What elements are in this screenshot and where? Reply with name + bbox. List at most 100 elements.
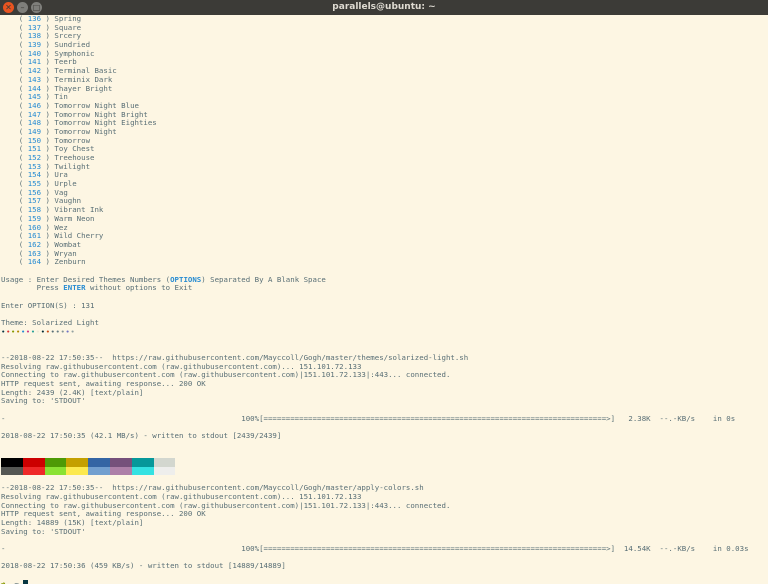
theme-number: 157 <box>27 196 42 206</box>
color-swatch <box>66 458 89 467</box>
theme-number: 160 <box>27 222 42 232</box>
theme-name: Symphonic <box>54 48 95 58</box>
theme-name: Tomorrow Night Blue <box>54 100 139 110</box>
color-swatch <box>1 458 23 467</box>
color-swatch <box>88 466 110 476</box>
theme-number: 150 <box>27 135 42 145</box>
theme-name: Terminix Dark <box>54 74 113 84</box>
theme-number: 147 <box>27 109 42 119</box>
theme-list-item: ( 140 ) Symphonic <box>1 48 95 58</box>
theme-name: Square <box>54 22 82 32</box>
shell-prompt[interactable]: ➜ ~ <box>1 578 767 584</box>
theme-list-item: ( 162 ) Wombat <box>1 239 82 249</box>
color-swatch <box>22 458 45 467</box>
color-swatch <box>66 466 89 476</box>
theme-name: Wild Cherry <box>54 231 104 241</box>
theme-name: Zenburn <box>54 257 86 267</box>
theme-number: 140 <box>27 48 42 58</box>
theme-list-item: ( 156 ) Vag <box>1 187 68 197</box>
theme-name: Tomorrow Night Bright <box>54 109 148 119</box>
theme-list-item: ( 149 ) Tomorrow Night <box>1 126 117 136</box>
theme-name: Teerb <box>54 57 77 67</box>
theme-number: 144 <box>27 83 42 93</box>
theme-name: Tomorrow Night Eighties <box>54 118 157 128</box>
theme-name: Urple <box>54 179 77 189</box>
theme-list-item: ( 158 ) Vibrant Ink <box>1 205 104 215</box>
theme-name: Tomorrow <box>54 135 91 145</box>
theme-name: Srcery <box>54 31 82 41</box>
enter-option-line: Enter OPTION(S) : 131 <box>1 300 95 310</box>
theme-name: Wryan <box>54 248 77 258</box>
theme-number: 149 <box>27 126 42 136</box>
usage-line-2: Press ENTER without options to Exit <box>1 283 193 293</box>
theme-color-dot: • <box>75 326 81 336</box>
theme-name: Tin <box>54 92 68 102</box>
theme-number: 163 <box>27 248 42 258</box>
color-swatch <box>131 466 154 476</box>
terminal-output[interactable]: ( 136 ) Spring ( 137 ) Square ( 138 ) Sr… <box>1 15 767 584</box>
download1-saving-line: Saving to: 'STDOUT' <box>1 396 86 406</box>
theme-name: Twilight <box>54 161 91 171</box>
download2-progress-line: - 100%[=================================… <box>1 543 749 553</box>
theme-list-item: ( 161 ) Wild Cherry <box>1 231 104 241</box>
theme-name: Thayer Bright <box>54 83 113 93</box>
theme-number: 148 <box>27 118 42 128</box>
theme-list-item: ( 153 ) Twilight <box>1 161 91 171</box>
color-swatch <box>110 458 132 467</box>
color-swatch <box>153 458 176 467</box>
theme-number: 141 <box>27 57 42 67</box>
theme-number: 142 <box>27 66 42 76</box>
theme-number: 146 <box>27 100 42 110</box>
theme-name: Vibrant Ink <box>54 205 104 215</box>
theme-list-item: ( 164 ) Zenburn <box>1 257 86 267</box>
theme-number: 143 <box>27 74 42 84</box>
download2-length-line: Length: 14889 (15K) [text/plain] <box>1 517 144 527</box>
theme-name: Vaughn <box>54 196 82 206</box>
theme-number: 164 <box>27 257 42 267</box>
theme-number: 161 <box>27 231 42 241</box>
color-swatch <box>22 466 45 476</box>
theme-name: Sundried <box>54 40 91 50</box>
theme-color-dots: •••••••••••••••• <box>1 326 767 337</box>
download2-saving-line: Saving to: 'STDOUT' <box>1 526 86 536</box>
window-titlebar[interactable]: ✕ – □ parallels@ubuntu: ~ <box>0 0 768 15</box>
color-swatch <box>153 466 176 476</box>
theme-list-item: ( 150 ) Tomorrow <box>1 135 91 145</box>
theme-number: 155 <box>27 179 42 189</box>
theme-list-item: ( 160 ) Wez <box>1 222 68 232</box>
theme-list-item: ( 157 ) Vaughn <box>1 196 82 206</box>
theme-name: Treehouse <box>54 153 95 162</box>
theme-list-item: ( 143 ) Terminix Dark <box>1 74 113 84</box>
theme-number: 159 <box>27 213 42 223</box>
theme-list-item: ( 137 ) Square <box>1 22 82 32</box>
theme-number: 151 <box>27 144 42 154</box>
color-palette-swatches <box>1 458 767 476</box>
color-swatch <box>44 458 67 467</box>
theme-list-item: ( 155 ) Urple <box>1 179 77 189</box>
text-cursor <box>23 579 29 584</box>
theme-number: 158 <box>27 205 42 215</box>
theme-list-item: ( 142 ) Terminal Basic <box>1 66 117 76</box>
prompt-arrow-icon: ➜ <box>1 578 6 584</box>
theme-number: 137 <box>27 22 42 32</box>
color-swatch <box>131 458 154 467</box>
download1-progress-line: - 100%[=================================… <box>1 413 736 423</box>
prompt-directory: ~ <box>14 578 19 584</box>
theme-name-line: Theme: Solarized Light <box>1 318 99 328</box>
color-swatch <box>1 466 23 476</box>
theme-number: 162 <box>27 239 42 249</box>
theme-number: 138 <box>27 31 42 41</box>
theme-list-item: ( 138 ) Srcery <box>1 31 82 41</box>
theme-name: Terminal Basic <box>54 66 117 76</box>
window-title: parallels@ubuntu: ~ <box>332 2 436 12</box>
theme-name: Ura <box>54 170 68 180</box>
theme-number: 145 <box>27 92 42 102</box>
theme-name: Vag <box>54 187 68 197</box>
download1-length-line: Length: 2439 (2.4K) [text/plain] <box>1 387 144 397</box>
